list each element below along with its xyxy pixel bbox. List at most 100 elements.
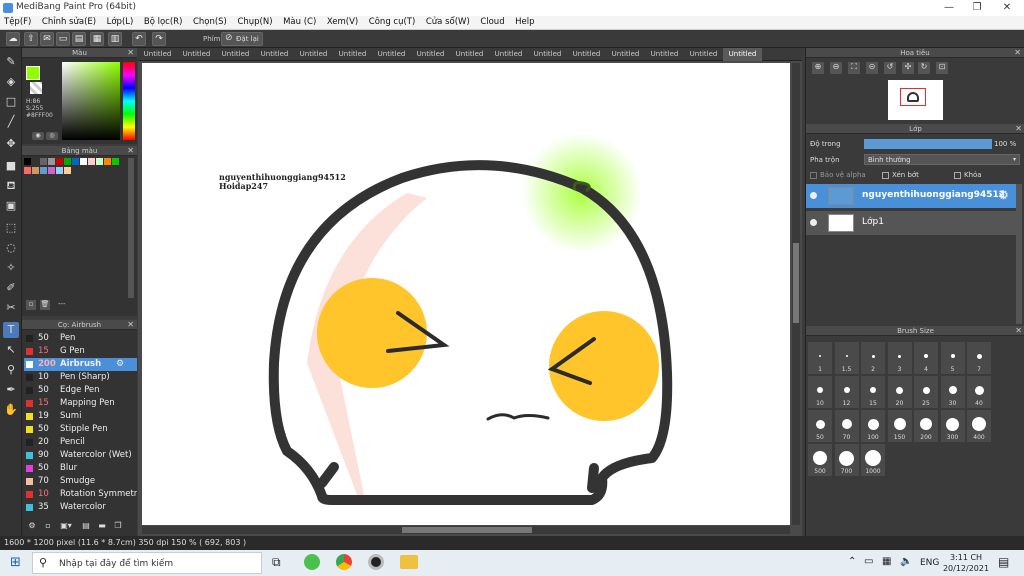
document-tab[interactable]: Untitled [489,48,528,61]
brush-size-option[interactable]: 50 [808,410,832,442]
palette-swatch[interactable] [40,158,47,165]
menu-edit[interactable]: Chỉnh sửa(E) [38,16,100,27]
tray-chevron-icon[interactable]: ⌃ [848,556,856,567]
operation-tool-icon[interactable]: ↖ [3,342,19,358]
close-icon[interactable]: ✕ [1015,124,1022,134]
notification-icon[interactable]: ▤ [998,555,1009,569]
select-eraser-icon[interactable]: ✂ [3,300,19,316]
zoom-out-icon[interactable]: ⊖ [830,62,842,74]
chrome-icon[interactable] [336,554,352,570]
brush-size-option[interactable]: 400 [967,410,991,442]
close-icon[interactable]: ✕ [1014,48,1021,58]
comment-icon[interactable]: ✉ [40,32,54,46]
document-tab[interactable]: Untitled [255,48,294,61]
protect-alpha-checkbox[interactable] [810,172,817,179]
brush-size-option[interactable]: 20 [887,376,912,408]
document-tab[interactable]: Untitled [411,48,450,61]
brush-item[interactable]: 10 Rotation Symmetry [24,488,137,501]
redo-icon[interactable]: ↷ [152,32,166,46]
app-icon-1[interactable] [304,554,320,570]
opacity-slider[interactable] [864,139,992,149]
document-tab[interactable]: Untitled [333,48,372,61]
menu-window[interactable]: Cửa sổ(W) [422,16,474,27]
layer-scrollbar[interactable] [1016,184,1022,324]
grid-icon[interactable]: ▦ [90,32,104,46]
panel-icon[interactable]: ▥ [108,32,122,46]
search-box[interactable]: ⚲ Nhập tại đây để tìm kiếm [32,552,262,574]
brush-size-option[interactable]: 700 [834,444,859,476]
move-tool-icon[interactable]: ✥ [3,136,19,152]
undo-icon[interactable]: ↶ [132,32,146,46]
brush-new-icon[interactable]: ▫ [42,521,54,531]
document-tab[interactable]: Untitled [606,48,645,61]
brush-size-option[interactable]: 5 [940,342,965,374]
select-tool-icon[interactable]: ⬚ [3,220,19,236]
fit-icon[interactable]: ⛶ [848,62,860,74]
dropper-tool-icon[interactable]: ⚲ [3,362,19,378]
document-tab[interactable]: Untitled [177,48,216,61]
brush-item[interactable]: 50 Stipple Pen [24,423,137,436]
file-explorer-icon[interactable] [400,555,418,569]
close-button[interactable]: ✕ [992,0,1022,16]
menu-select[interactable]: Chọn(S) [189,16,231,27]
palette-swatch[interactable] [96,158,103,165]
document-tab[interactable]: Untitled [645,48,684,61]
brush-size-option[interactable]: 2 [861,342,885,374]
text-tool-icon[interactable]: T [3,322,19,338]
bucket-tool-icon[interactable]: ⛾ [3,178,19,194]
gradient-tool-icon[interactable]: ▣ [3,198,19,214]
menu-help[interactable]: Help [511,16,538,27]
document-tab[interactable]: Untitled [684,48,723,61]
saturation-value-picker[interactable] [62,62,120,140]
volume-icon[interactable]: 🔈 [900,556,912,567]
brush-item[interactable]: 90 Watercolor (Wet) [24,449,137,462]
brush-item[interactable]: 10 Pen (Sharp) [24,371,137,384]
navigator-preview[interactable] [888,80,943,120]
palette-swatch[interactable] [24,167,31,174]
network-icon[interactable]: ▦ [882,556,891,567]
palette-swatch[interactable] [112,158,119,165]
brush-item[interactable]: 50 Pen [24,332,137,345]
rotate-right-icon[interactable]: ↻ [918,62,930,74]
brush-item[interactable]: 20 Pencil [24,436,137,449]
clipping-checkbox[interactable] [882,172,889,179]
close-icon[interactable]: ✕ [127,48,134,58]
brush-item[interactable]: 50 Edge Pen [24,384,137,397]
trash-icon[interactable]: 🗑 [40,300,50,310]
document-tab[interactable]: Untitled [138,48,177,61]
gear-icon[interactable]: ⚙ [998,188,1009,202]
zoom-in-icon[interactable]: ⊕ [812,62,824,74]
palette-swatch[interactable] [56,158,63,165]
close-icon[interactable]: ✕ [1015,326,1022,336]
document-tab[interactable]: Untitled [528,48,567,61]
brush-item[interactable]: 19 Sumi [24,410,137,423]
reset-button[interactable]: ⊘ Đặt lại [221,32,263,46]
brush-add-icon[interactable]: ⚙ [26,521,38,531]
rectangle-tool-icon[interactable]: □ [3,94,19,110]
color-mode-icon[interactable]: ◉ [32,132,44,140]
visibility-icon[interactable] [810,219,817,226]
close-icon[interactable]: ✕ [127,146,134,156]
clock[interactable]: 3:11 CH 20/12/2021 [942,552,990,574]
brush-tool-icon[interactable]: ✎ [3,54,19,70]
layer-row[interactable]: Lớp1 [806,211,1016,235]
add-swatch-icon[interactable]: ▫ [26,300,36,310]
windows-start-icon[interactable]: ⊞ [10,555,21,570]
brush-size-option[interactable]: 7 [967,342,991,374]
brush-size-option[interactable]: 1000 [861,444,885,476]
document-tab[interactable]: Untitled [216,48,255,61]
document-tab[interactable]: Untitled [567,48,606,61]
select-pen-icon[interactable]: ✐ [3,280,19,296]
visibility-icon[interactable] [810,192,817,199]
reset-view-icon[interactable]: ⊡ [936,62,948,74]
palette-swatch[interactable] [80,158,87,165]
document-tab[interactable]: Untitled [723,48,762,61]
palette-swatch[interactable] [32,167,39,174]
actual-size-icon[interactable]: ⊝ [866,62,878,74]
brush-size-option[interactable]: 40 [967,376,991,408]
palette-swatch[interactable] [64,167,71,174]
brush-size-option[interactable]: 15 [861,376,885,408]
line-tool-icon[interactable]: ╱ [3,114,19,130]
chat-icon[interactable]: ▭ [56,32,70,46]
palette-swatch[interactable] [72,158,79,165]
